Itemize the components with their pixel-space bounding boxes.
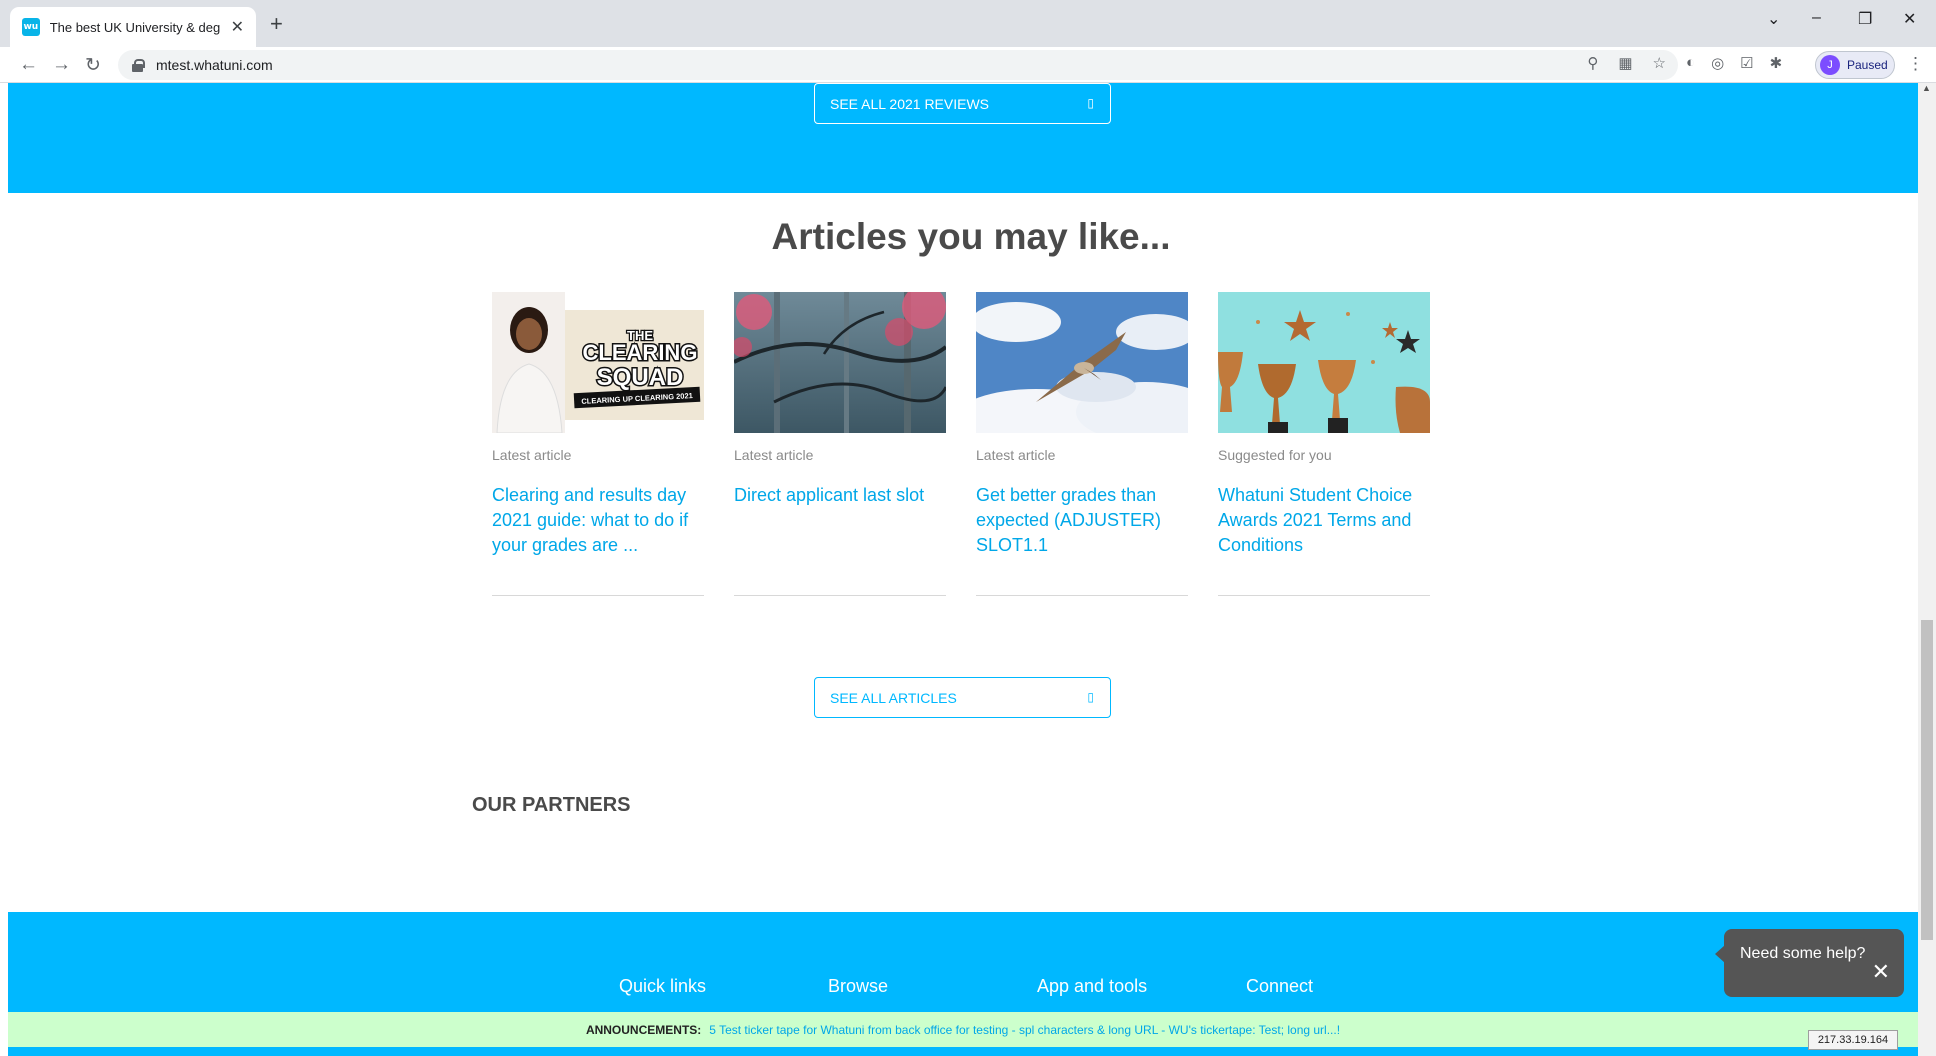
qr-code-icon[interactable]: ▦ <box>1618 54 1632 72</box>
article-category: Latest article <box>734 447 814 463</box>
article-title-link[interactable]: Direct applicant last slot <box>734 483 946 508</box>
address-bar[interactable]: mtest.whatuni.com ⚲ ▦ ☆ <box>118 50 1678 80</box>
article-category: Latest article <box>976 447 1056 463</box>
arrow-icon: ▯ <box>1087 96 1094 110</box>
close-tab-icon[interactable]: ✕ <box>231 17 244 37</box>
article-title-link[interactable]: Get better grades than expected (ADJUSTE… <box>976 483 1188 558</box>
tab-search-icon[interactable]: ⌄ <box>1767 9 1780 29</box>
new-tab-icon[interactable]: + <box>270 11 283 37</box>
see-all-reviews-label: SEE ALL 2021 REVIEWS <box>830 95 990 112</box>
divider <box>976 595 1188 596</box>
article-card[interactable]: Latest article Direct applicant last slo… <box>734 292 946 596</box>
divider <box>1218 595 1430 596</box>
article-image-misty-forest <box>734 292 946 433</box>
profile-button[interactable]: J Paused <box>1815 51 1895 79</box>
divider <box>734 595 946 596</box>
article-card[interactable]: THE CLEARING SQUAD CLEARING UP CLEARING … <box>492 292 704 596</box>
profile-status: Paused <box>1847 58 1888 72</box>
reload-icon[interactable]: ↻ <box>85 54 101 77</box>
minimize-icon[interactable]: – <box>1812 9 1821 27</box>
article-image-trophies <box>1218 292 1430 433</box>
extension-eye-icon[interactable]: ◎ <box>1711 54 1724 72</box>
location-icon[interactable]: ⚲ <box>1587 54 1598 72</box>
articles-heading: Articles you may like... <box>771 216 1171 257</box>
see-all-articles-button[interactable]: SEE ALL ARTICLES ▯ <box>814 677 1111 718</box>
footer-link-quick-links[interactable]: Quick links <box>619 976 706 997</box>
article-title-link[interactable]: Whatuni Student Choice Awards 2021 Terms… <box>1218 483 1430 558</box>
scrollbar-thumb[interactable] <box>1921 620 1933 940</box>
tab-strip: wu The best UK University & degree ✕ + ⌄… <box>0 0 1936 47</box>
help-bubble-text: Need some help? <box>1740 945 1866 962</box>
avatar: J <box>1820 55 1840 75</box>
whatuni-favicon-icon: wu <box>22 18 40 36</box>
clearing-img-line2: CLEARING <box>583 340 698 365</box>
lock-icon <box>132 58 145 72</box>
restore-icon[interactable]: ❐ <box>1858 9 1872 29</box>
article-card[interactable]: Suggested for you Whatuni Student Choice… <box>1218 292 1430 596</box>
see-all-reviews-button[interactable]: SEE ALL 2021 REVIEWS ▯ <box>814 83 1111 124</box>
close-window-icon[interactable]: ✕ <box>1903 9 1916 29</box>
footer-link-app-and-tools[interactable]: App and tools <box>1037 976 1147 997</box>
see-all-articles-label: SEE ALL ARTICLES <box>830 689 957 706</box>
footer-link-browse[interactable]: Browse <box>828 976 888 997</box>
page-viewport: SEE ALL 2021 REVIEWS ▯ Articles you may … <box>8 83 1918 1056</box>
announcement-link[interactable]: 5 Test ticker tape for Whatuni from back… <box>709 1023 1340 1037</box>
close-icon[interactable]: ✕ <box>1872 959 1890 985</box>
article-card[interactable]: Latest article Get better grades than ex… <box>976 292 1188 596</box>
tab-title: The best UK University & degree <box>49 19 221 35</box>
partners-heading: OUR PARTNERS <box>472 794 631 816</box>
article-image-clearing-squad: THE CLEARING SQUAD CLEARING UP CLEARING … <box>492 292 704 433</box>
forward-icon[interactable]: → <box>52 54 71 76</box>
browser-tab[interactable]: wu The best UK University & degree ✕ <box>10 7 256 47</box>
announcement-label: ANNOUNCEMENTS: <box>585 1022 702 1037</box>
help-chat-bubble[interactable]: Need some help? ✕ <box>1715 929 1904 997</box>
divider <box>492 595 704 596</box>
footer-link-connect[interactable]: Connect <box>1246 976 1313 997</box>
bookmark-star-icon[interactable]: ☆ <box>1653 54 1666 72</box>
scroll-up-icon[interactable]: ▲ <box>1922 83 1931 93</box>
arrow-icon: ▯ <box>1087 690 1094 704</box>
announcement-ticker: ANNOUNCEMENTS: 5 Test ticker tape for Wh… <box>8 1012 1918 1047</box>
extension-color-icon[interactable]: ◐ <box>1686 54 1695 72</box>
back-icon[interactable]: ← <box>19 54 38 76</box>
clearing-img-line3: SQUAD <box>597 364 684 391</box>
article-image-hawk-sky <box>976 292 1188 433</box>
article-title-link[interactable]: Clearing and results day 2021 guide: wha… <box>492 483 704 558</box>
ip-address-badge: 217.33.19.164 <box>1808 1030 1898 1050</box>
browser-toolbar: ← → ↻ mtest.whatuni.com ⚲ ▦ ☆ ◐ ◎ ☑ ✱ J … <box>0 47 1936 83</box>
article-category: Latest article <box>492 447 572 463</box>
article-category: Suggested for you <box>1218 447 1332 463</box>
url-text: mtest.whatuni.com <box>156 57 273 73</box>
extensions-puzzle-icon[interactable]: ✱ <box>1770 54 1783 72</box>
browser-menu-icon[interactable]: ⋮ <box>1907 54 1924 74</box>
extension-check-icon[interactable]: ☑ <box>1740 54 1753 72</box>
